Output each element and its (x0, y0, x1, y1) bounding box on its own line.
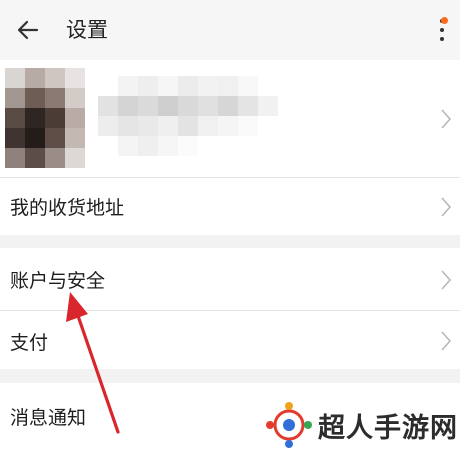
avatar-pixel (5, 68, 25, 88)
avatar-pixel (5, 128, 25, 148)
mosaic-pixel (98, 136, 118, 156)
avatar-pixel (5, 148, 25, 168)
mosaic-pixel (138, 96, 158, 116)
avatar-pixel (25, 68, 45, 88)
mosaic-pixel (218, 136, 238, 156)
chevron-right-icon (441, 331, 452, 351)
mosaic-pixel (218, 116, 238, 136)
mosaic-pixel (198, 76, 218, 96)
more-options-button[interactable] (432, 14, 452, 44)
avatar-pixel (65, 88, 85, 108)
avatar-pixel (25, 108, 45, 128)
mosaic-pixel (258, 136, 278, 156)
mosaic-pixel (98, 116, 118, 136)
avatar-pixel (45, 108, 65, 128)
mosaic-pixel (98, 96, 118, 116)
mosaic-pixel (258, 76, 278, 96)
mosaic-pixel (258, 96, 278, 116)
avatar-pixel (45, 128, 65, 148)
mosaic-pixel (138, 116, 158, 136)
mosaic-pixel (238, 76, 258, 96)
avatar-pixel (65, 128, 85, 148)
mosaic-pixel (218, 76, 238, 96)
payment-row[interactable]: 支付 (0, 311, 460, 369)
blurred-username (98, 76, 278, 156)
mosaic-pixel (198, 96, 218, 116)
mosaic-pixel (118, 136, 138, 156)
account-security-label: 账户与安全 (10, 270, 106, 292)
arrow-left-icon (17, 20, 39, 40)
mosaic-pixel (178, 116, 198, 136)
mosaic-pixel (98, 76, 118, 96)
avatar-pixel (45, 88, 65, 108)
watermark-text: 超人手游网 (318, 413, 458, 444)
mosaic-pixel (178, 96, 198, 116)
mosaic-pixel (238, 136, 258, 156)
chevron-right-icon (441, 270, 452, 290)
avatar-pixel (45, 148, 65, 168)
mosaic-pixel (218, 96, 238, 116)
app-header: 设置 (0, 0, 460, 60)
avatar-pixel (25, 88, 45, 108)
avatar-pixel (5, 88, 25, 108)
page-title: 设置 (66, 18, 108, 42)
notifications-label: 消息通知 (10, 407, 87, 429)
mosaic-pixel (178, 76, 198, 96)
mosaic-pixel (118, 96, 138, 116)
avatar-pixel (5, 108, 25, 128)
avatar-pixel (65, 68, 85, 88)
mosaic-pixel (238, 116, 258, 136)
mosaic-pixel (138, 76, 158, 96)
mosaic-pixel (158, 96, 178, 116)
address-label: 我的收货地址 (10, 197, 125, 219)
mosaic-pixel (158, 136, 178, 156)
chevron-right-icon (441, 109, 452, 129)
mosaic-pixel (258, 116, 278, 136)
chevron-right-icon (441, 197, 452, 217)
back-button[interactable] (14, 16, 42, 44)
payment-label: 支付 (10, 332, 49, 354)
mosaic-pixel (158, 76, 178, 96)
avatar-pixel (45, 68, 65, 88)
mosaic-pixel (138, 136, 158, 156)
avatar-pixel (65, 148, 85, 168)
avatar-pixel (25, 128, 45, 148)
avatar-pixel (65, 108, 85, 128)
avatar-pixel (25, 148, 45, 168)
mosaic-pixel (118, 76, 138, 96)
address-row[interactable]: 我的收货地址 (0, 178, 460, 235)
mosaic-pixel (158, 116, 178, 136)
mosaic-pixel (198, 116, 218, 136)
avatar (5, 68, 85, 168)
mosaic-pixel (238, 96, 258, 116)
notification-dot (441, 17, 448, 24)
mosaic-pixel (198, 136, 218, 156)
watermark: 超人手游网 (266, 400, 460, 449)
watermark-logo-icon (266, 402, 312, 448)
profile-card[interactable] (0, 60, 460, 177)
mosaic-pixel (178, 136, 198, 156)
account-security-row[interactable]: 账户与安全 (0, 248, 460, 310)
mosaic-pixel (118, 116, 138, 136)
